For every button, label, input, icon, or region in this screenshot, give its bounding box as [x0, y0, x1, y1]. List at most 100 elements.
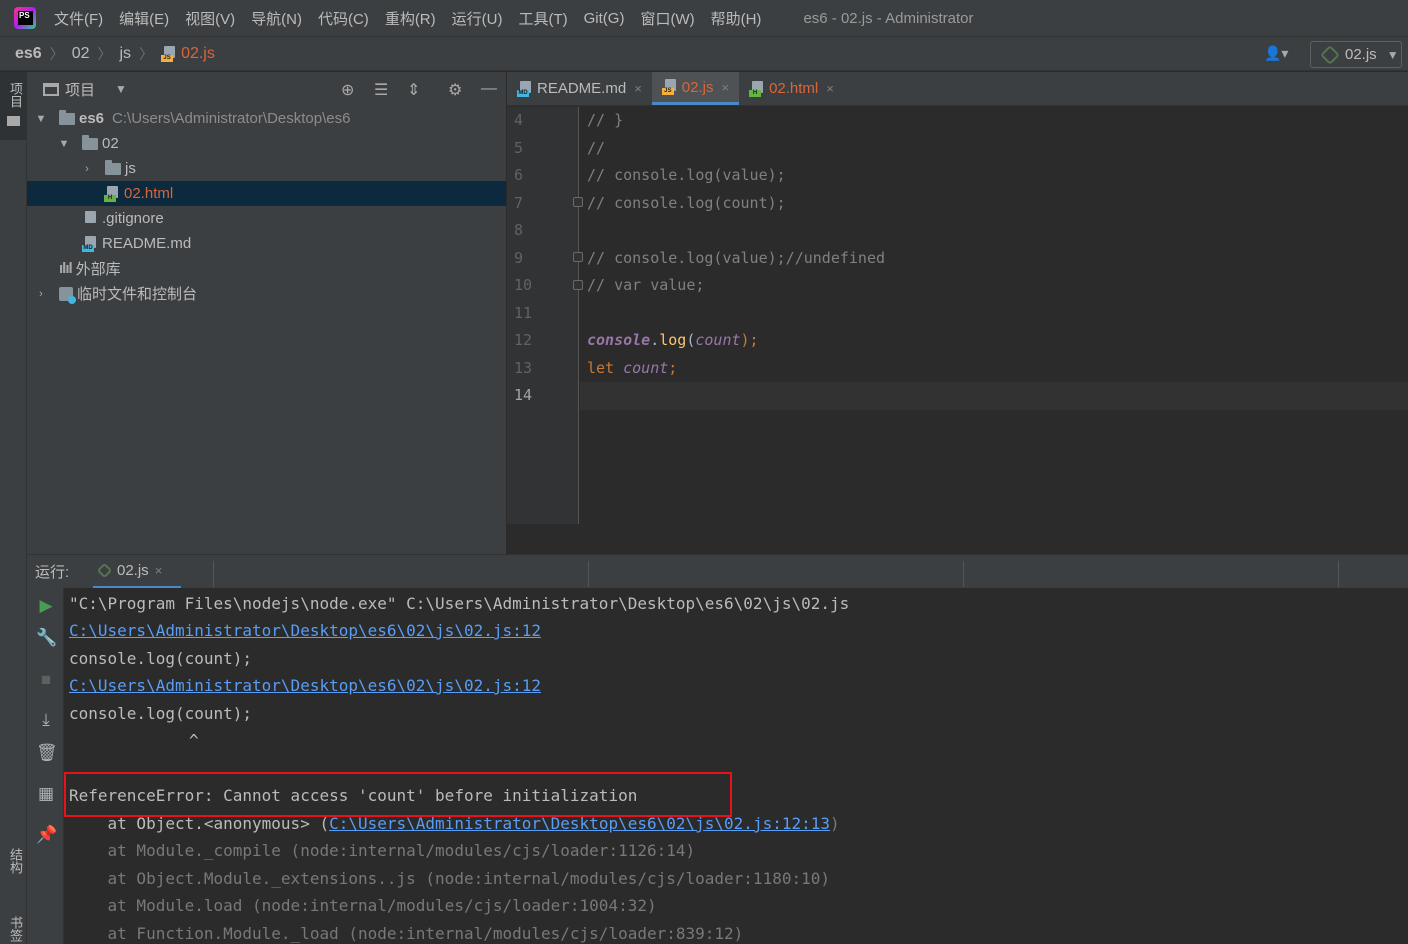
tree-root-name: es6 [79, 110, 105, 127]
code-editor[interactable]: // } // // console.log(value); // consol… [580, 107, 1408, 410]
structure-tool-button[interactable]: 结构 [0, 842, 27, 902]
menu-view[interactable]: 视图(V) [185, 8, 235, 29]
close-icon[interactable]: × [155, 563, 163, 578]
close-icon[interactable]: × [826, 81, 834, 96]
nodejs-icon [96, 562, 113, 579]
bookmarks-tool-button[interactable]: 书签 [0, 910, 27, 944]
line-number: 13 [514, 358, 533, 377]
chevron-right-icon[interactable]: › [79, 163, 95, 175]
run-config-selector[interactable]: 02.js ▼ [1310, 41, 1402, 68]
tree-item-scratches[interactable]: › 临时文件和控制台 [27, 281, 506, 306]
nodejs-icon [1320, 44, 1340, 65]
tree-root-path: C:\Users\Administrator\Desktop\es6 [112, 110, 351, 127]
breadcrumb-separator-icon: 〉 [49, 45, 64, 62]
tab-02-js[interactable]: JS 02.js × [651, 72, 740, 105]
user-dropdown-icon[interactable]: 👤▾ [1264, 45, 1300, 65]
markdown-file-icon: MD [517, 80, 533, 97]
code-line: // } [580, 107, 1408, 135]
rerun-icon[interactable]: ▶ [36, 596, 56, 616]
phpstorm-logo-icon[interactable] [14, 7, 36, 29]
markdown-file-icon: MD [82, 235, 98, 252]
tree-file-readme-label: README.md [102, 235, 192, 252]
console-stack-frame: at Function.Module._load (node:internal/… [69, 924, 744, 943]
breadcrumb-root[interactable]: es6 [15, 45, 42, 63]
code-line: // console.log(value); [580, 162, 1408, 190]
stop-icon[interactable]: ■ [36, 670, 56, 690]
menu-refactor[interactable]: 重构(R) [385, 8, 436, 29]
menu-run[interactable]: 运行(U) [452, 8, 503, 29]
chevron-down-icon[interactable]: ▼ [33, 113, 49, 125]
project-panel-header: 项目 ▼ ⊕ ☰ ⇕ ⚙ — [27, 72, 506, 106]
stack-frame-text: ) [830, 814, 840, 833]
code-variable: count [695, 331, 741, 349]
run-tab-02-js[interactable]: 02.js × [93, 555, 181, 589]
tab-readme[interactable]: MD README.md × [507, 72, 652, 105]
tab-02-html[interactable]: H 02.html × [739, 72, 844, 105]
console-file-link[interactable]: C:\Users\Administrator\Desktop\es6\02\js… [69, 621, 541, 640]
console-source-line: console.log(count); [69, 704, 253, 723]
menu-tools[interactable]: 工具(T) [518, 8, 567, 29]
code-object: console [587, 331, 651, 349]
code-keyword: let [587, 358, 615, 377]
tree-item-external-libraries[interactable]: ılıl 外部库 [27, 256, 506, 281]
html-file-icon: H [104, 185, 120, 202]
chevron-down-icon[interactable]: ▼ [56, 138, 72, 150]
tree-item-readme[interactable]: MD README.md [27, 231, 506, 256]
menu-help[interactable]: 帮助(H) [711, 8, 762, 29]
tree-item-root[interactable]: ▼ es6 C:\Users\Administrator\Desktop\es6 [27, 106, 506, 131]
gear-icon[interactable]: ⚙ [448, 80, 462, 100]
menu-window[interactable]: 窗口(W) [640, 8, 694, 29]
console-output[interactable]: "C:\Program Files\nodejs\node.exe" C:\Us… [64, 588, 1408, 944]
code-function: log [659, 331, 687, 349]
locate-file-icon[interactable]: ⊕ [341, 80, 354, 100]
tree-folder-02-label: 02 [102, 135, 119, 152]
close-icon[interactable]: × [634, 81, 642, 96]
divider [963, 561, 964, 587]
close-icon[interactable]: × [721, 80, 729, 95]
code-line: let count; [580, 355, 1408, 383]
breadcrumb-file[interactable]: 02.js [181, 45, 215, 63]
tree-item-folder-js[interactable]: › js [27, 156, 506, 181]
code-line: // var value; [580, 272, 1408, 300]
console-file-link[interactable]: C:\Users\Administrator\Desktop\es6\02\js… [329, 814, 830, 833]
tree-item-gitignore[interactable]: .gitignore [27, 206, 506, 231]
line-number: 5 [514, 138, 524, 157]
console-file-link[interactable]: C:\Users\Administrator\Desktop\es6\02\js… [69, 676, 541, 695]
menu-git[interactable]: Git(G) [584, 10, 625, 27]
project-view-icon [43, 82, 59, 96]
code-line: // console.log(count); [580, 190, 1408, 218]
tree-item-02-html[interactable]: H 02.html [27, 181, 506, 206]
console-error-message: ReferenceError: Cannot access 'count' be… [69, 786, 638, 805]
menu-code[interactable]: 代码(C) [318, 8, 369, 29]
menu-file[interactable]: 文件(F) [54, 8, 103, 29]
wrench-icon[interactable]: 🔧 [36, 628, 57, 648]
tree-item-folder-02[interactable]: ▼ 02 [27, 131, 506, 156]
scroll-to-end-icon[interactable]: ⤓ [36, 710, 56, 730]
code-punct: . [650, 331, 660, 349]
line-number-gutter: 4 5 6 7 8 9 10 11 12 13 14 [507, 107, 583, 524]
layout-icon[interactable]: ▦ [36, 784, 56, 804]
project-tool-label: 项目 [8, 82, 23, 108]
menu-edit[interactable]: 编辑(E) [119, 8, 169, 29]
run-panel-label: 运行: [35, 564, 70, 581]
left-tool-stripe: 项目 结构 书签 [0, 72, 27, 944]
line-number: 6 [514, 166, 524, 184]
expand-all-icon[interactable]: ☰ [374, 80, 388, 100]
breadcrumb-folder[interactable]: 02 [72, 45, 90, 63]
pin-icon[interactable]: 📌 [36, 825, 57, 845]
minimize-icon[interactable]: — [481, 80, 497, 98]
bookmarks-tool-label: 书签 [8, 916, 23, 942]
menu-navigate[interactable]: 导航(N) [251, 8, 302, 29]
js-file-icon: JS [161, 45, 177, 62]
stack-frame-text: at Object.<anonymous> ( [69, 814, 330, 833]
chevron-right-icon[interactable]: › [33, 288, 49, 300]
gitignore-file-icon [82, 210, 98, 227]
tab-02-js-label: 02.js [681, 78, 714, 96]
project-tool-button[interactable]: 项目 [0, 72, 27, 140]
trash-icon[interactable]: 🗑 [36, 743, 58, 763]
line-number: 7 [514, 193, 524, 212]
breadcrumb-subfolder[interactable]: js [120, 45, 132, 63]
chevron-down-icon[interactable]: ▼ [115, 82, 127, 96]
collapse-all-icon[interactable]: ⇕ [407, 80, 420, 100]
project-panel-title[interactable]: 项目 [65, 79, 95, 100]
